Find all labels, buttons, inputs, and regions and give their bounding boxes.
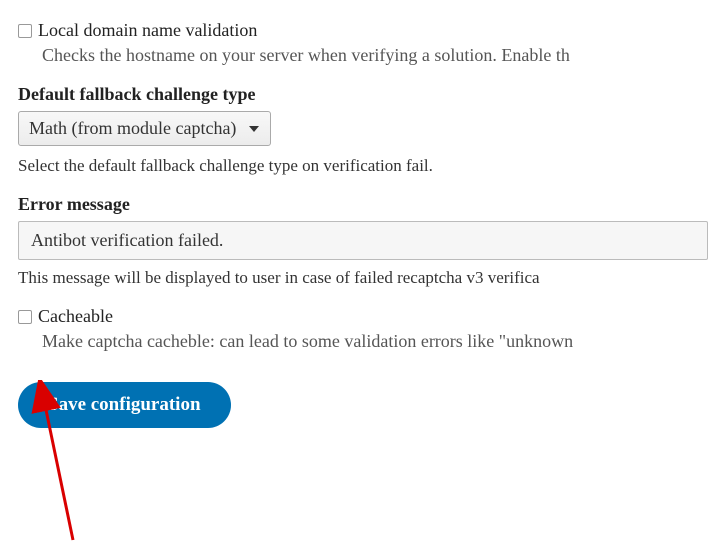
error-message-label: Error message xyxy=(18,194,708,215)
local-domain-description: Checks the hostname on your server when … xyxy=(42,45,708,66)
local-domain-label: Local domain name validation xyxy=(38,20,257,41)
cacheable-field: Cacheable Make captcha cacheble: can lea… xyxy=(18,306,708,352)
error-message-field: Error message This message will be displ… xyxy=(18,194,708,288)
fallback-select[interactable]: Math (from module captcha) xyxy=(18,111,271,146)
cacheable-checkbox[interactable] xyxy=(18,310,32,324)
error-message-help: This message will be displayed to user i… xyxy=(18,268,708,288)
local-domain-checkbox[interactable] xyxy=(18,24,32,38)
fallback-label: Default fallback challenge type xyxy=(18,84,708,105)
chevron-down-icon xyxy=(248,123,260,135)
cacheable-label: Cacheable xyxy=(38,306,113,327)
fallback-field: Default fallback challenge type Math (fr… xyxy=(18,84,708,176)
cacheable-description: Make captcha cacheble: can lead to some … xyxy=(42,331,708,352)
fallback-help: Select the default fallback challenge ty… xyxy=(18,156,708,176)
save-button[interactable]: Save configuration xyxy=(18,382,231,428)
error-message-input[interactable] xyxy=(18,221,708,260)
local-domain-field: Local domain name validation Checks the … xyxy=(18,20,708,66)
fallback-selected-value: Math (from module captcha) xyxy=(29,118,236,139)
